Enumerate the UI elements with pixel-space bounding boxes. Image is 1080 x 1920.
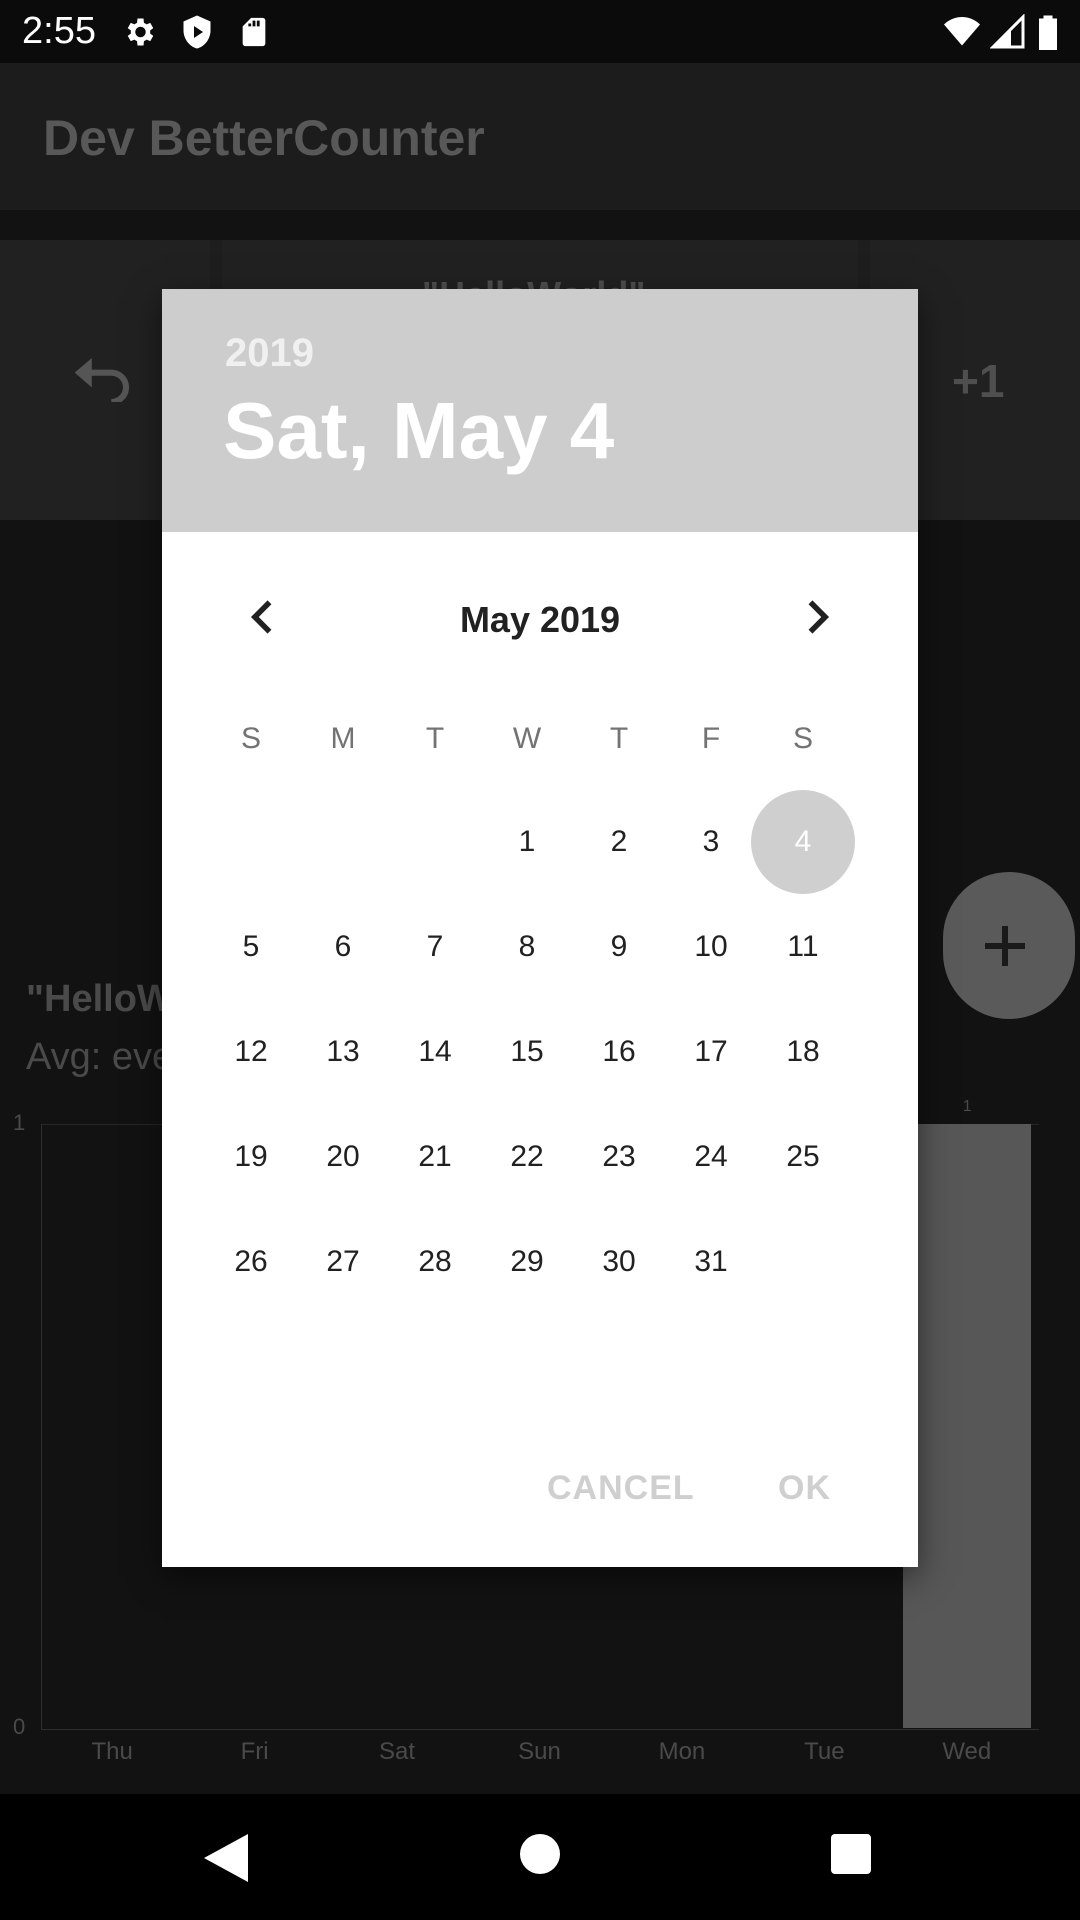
header-selected-date[interactable]: Sat, May 4 (223, 385, 614, 477)
add-fab-button[interactable] (943, 872, 1075, 1019)
home-icon[interactable] (520, 1834, 560, 1874)
calendar-day[interactable]: 14 (389, 1006, 481, 1098)
weekday-label: T (609, 722, 629, 755)
x-tick-label: Fri (240, 1738, 269, 1765)
bar-data-label: 1 (962, 1098, 972, 1115)
calendar-day[interactable]: 1 (481, 796, 573, 888)
status-bar: 2:55 (0, 0, 1080, 63)
date-picker-header: 2019 Sat, May 4 (162, 289, 918, 532)
undo-icon[interactable] (74, 358, 134, 402)
calendar-day[interactable]: 13 (297, 1006, 389, 1098)
x-tick-label: Tue (804, 1738, 845, 1765)
calendar-day[interactable]: 7 (389, 901, 481, 993)
weekday-label: T (425, 722, 445, 755)
increment-label: +1 (952, 355, 1005, 407)
calendar-day[interactable]: 2 (573, 796, 665, 888)
calendar-day[interactable]: 16 (573, 1006, 665, 1098)
weekday-label: W (512, 722, 542, 755)
x-tick-label: Thu (91, 1738, 133, 1765)
calendar-day[interactable]: 25 (757, 1111, 849, 1203)
calendar-day[interactable]: 20 (297, 1111, 389, 1203)
stats-title: "HelloW (26, 978, 173, 1020)
calendar-day[interactable]: 6 (297, 901, 389, 993)
chart-bar (902, 1124, 1031, 1728)
calendar-day[interactable]: 22 (481, 1111, 573, 1203)
calendar-day[interactable]: 28 (389, 1216, 481, 1308)
battery-icon (1039, 15, 1057, 50)
x-tick-label: Mon (658, 1738, 706, 1765)
calendar-day[interactable]: 17 (665, 1006, 757, 1098)
x-tick-label: Sat (379, 1738, 416, 1765)
app-title: Dev BetterCounter (43, 110, 485, 166)
date-picker-dialog: 2019 Sat, May 4 May 2019 SMTWTFS 1234567… (162, 289, 918, 1567)
recents-icon[interactable] (831, 1834, 871, 1874)
weekday-label: F (701, 722, 721, 755)
weekday-label: S (792, 722, 813, 755)
header-year[interactable]: 2019 (225, 331, 314, 376)
cancel-button[interactable]: CANCEL (547, 1469, 695, 1508)
calendar-day[interactable]: 15 (481, 1006, 573, 1098)
x-tick-label: Sun (518, 1738, 561, 1765)
calendar-day-selected[interactable]: 4 (751, 790, 855, 894)
y-tick-top: 1 (13, 1110, 26, 1135)
app-bar: Dev BetterCounter (0, 63, 1080, 210)
calendar-day[interactable]: 29 (481, 1216, 573, 1308)
next-month-button[interactable] (794, 595, 838, 639)
calendar-day[interactable]: 5 (205, 901, 297, 993)
calendar-day[interactable]: 9 (573, 901, 665, 993)
play-protect-icon (183, 15, 211, 49)
calendar-day[interactable]: 11 (757, 901, 849, 993)
calendar-day[interactable]: 18 (757, 1006, 849, 1098)
calendar-day[interactable]: 27 (297, 1216, 389, 1308)
sd-card-icon (242, 17, 266, 47)
calendar-day[interactable]: 10 (665, 901, 757, 993)
calendar-day[interactable]: 3 (665, 796, 757, 888)
ok-button[interactable]: OK (778, 1469, 831, 1508)
y-tick-bottom: 0 (13, 1714, 26, 1739)
status-time: 2:55 (22, 10, 96, 52)
calendar-day[interactable]: 21 (389, 1111, 481, 1203)
calendar-day[interactable]: 30 (573, 1216, 665, 1308)
calendar-day[interactable]: 31 (665, 1216, 757, 1308)
calendar-day[interactable]: 8 (481, 901, 573, 993)
back-icon[interactable] (204, 1834, 248, 1882)
signal-icon (990, 14, 1025, 49)
weekday-label: M (330, 722, 356, 755)
stats-average: Avg: eve (26, 1036, 174, 1078)
wifi-icon (944, 17, 980, 46)
calendar-day[interactable]: 12 (205, 1006, 297, 1098)
calendar-day[interactable]: 26 (205, 1216, 297, 1308)
settings-icon (127, 18, 154, 46)
calendar-day[interactable]: 19 (205, 1111, 297, 1203)
weekday-label: S (240, 722, 261, 755)
x-tick-label: Wed (942, 1738, 992, 1765)
navigation-bar (0, 1794, 1080, 1920)
calendar-day[interactable]: 23 (573, 1111, 665, 1203)
calendar-day[interactable]: 24 (665, 1111, 757, 1203)
